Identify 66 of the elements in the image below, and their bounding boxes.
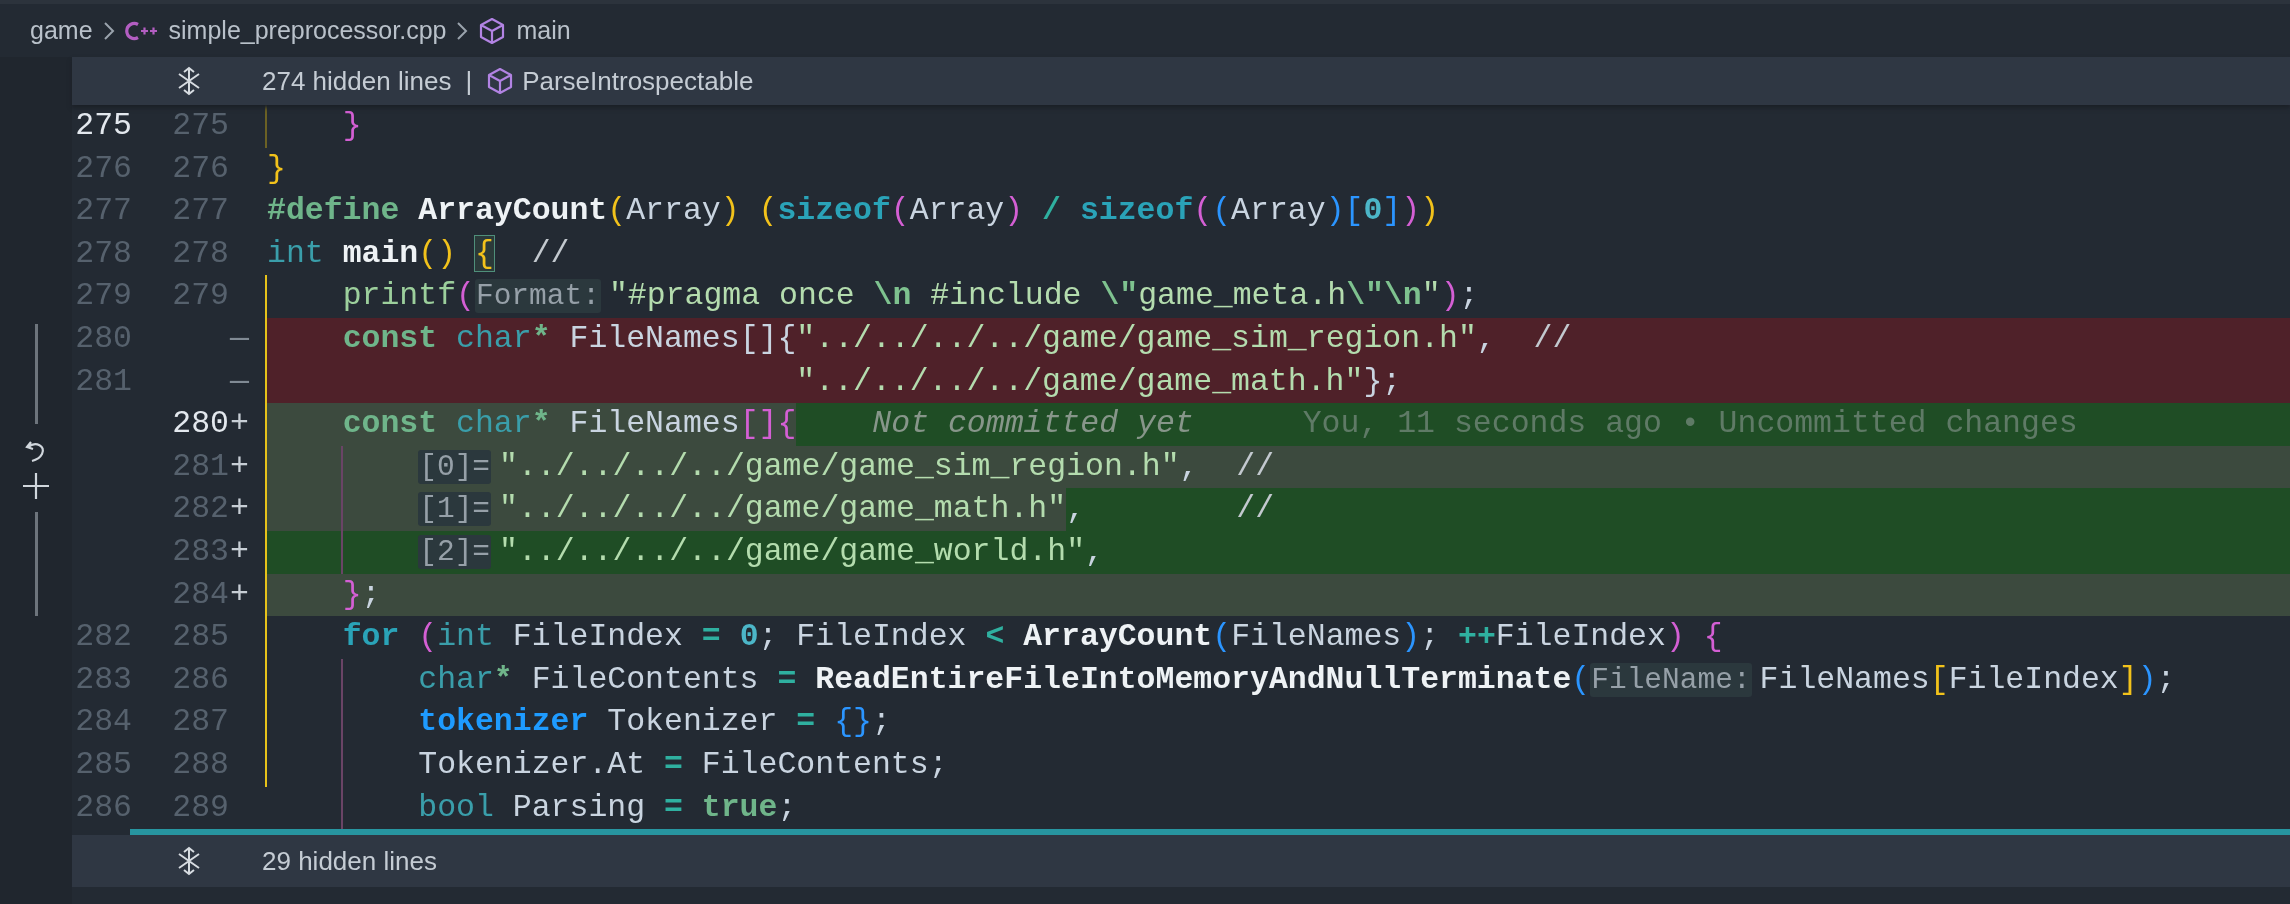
chevron-icon — [102, 20, 115, 41]
line-number: 278 — [172, 235, 229, 271]
line-number: 281 — [172, 448, 229, 484]
line-number: 283 — [75, 661, 132, 697]
line-number: 279 — [75, 278, 132, 314]
code-line: } — [341, 107, 362, 145]
line-number: 285 — [172, 619, 229, 655]
code-line: const char* FileNames[]{"../../../../game/game_sim_region.h", // — [341, 319, 1572, 358]
line-number: 280 — [172, 406, 229, 442]
line-number: 277 — [75, 193, 132, 229]
cube-icon — [486, 67, 515, 95]
diff-sign: + — [230, 491, 249, 527]
breadcrumb-item[interactable]: game — [30, 16, 93, 45]
plus-icon[interactable] — [22, 472, 50, 500]
line-number: 284 — [75, 704, 132, 740]
line-number: 287 — [172, 704, 229, 740]
code-line: Tokenizer.At = FileContents; — [417, 745, 948, 784]
code-line: bool Parsing = true; — [417, 788, 797, 827]
symbol-name[interactable]: ParseIntrospectable — [522, 65, 754, 97]
code-line: #define ArrayCount(Array) (sizeof(Array) / sizeof((Array)[0])) — [267, 192, 1440, 231]
line-number: 280 — [75, 320, 132, 356]
line-number: 283 — [172, 533, 229, 569]
line-number: 282 — [75, 619, 132, 655]
line-number: 276 — [172, 150, 229, 186]
breadcrumb-item[interactable]: main — [516, 16, 571, 45]
line-number: 279 — [172, 278, 229, 314]
inserted-code: [2]= "../../../../game/game_world.h", — [267, 530, 1104, 574]
line-number: 288 — [172, 746, 229, 782]
diff-sign: — — [230, 320, 249, 356]
chevron-icon — [456, 20, 469, 41]
code-line: const char* FileNames[]{ — [341, 405, 797, 444]
diff-sign: + — [230, 406, 249, 442]
line-number: 275 — [75, 108, 132, 143]
diff-sign: — — [230, 363, 249, 399]
inserted-code: , // — [1066, 488, 1275, 531]
code-line: printf(Format: "#pragma once \n #include \"game_meta.h\"\n"); — [341, 277, 1479, 316]
line-number: 286 — [172, 661, 229, 697]
line-number: 276 — [75, 150, 132, 186]
line-number: 285 — [75, 746, 132, 782]
line-number: 289 — [172, 789, 229, 825]
code-line: } — [267, 149, 286, 188]
line-number: 281 — [75, 363, 132, 399]
breadcrumb-item[interactable]: simple_preprocessor.cpp — [168, 16, 447, 45]
diff-sign: + — [230, 448, 249, 484]
line-number: 282 — [172, 491, 229, 527]
blame-hint: Not committed yet — [872, 405, 1194, 444]
code-line: [1]= "../../../../game/game_math.h" — [417, 490, 1067, 529]
code-line: "../../../../game/game_math.h"}; — [795, 362, 1402, 401]
line-number: 286 — [75, 789, 132, 825]
code-line: [0]= "../../../../game/game_sim_region.h", // — [417, 447, 1275, 486]
code-line: for (int FileIndex = 0; FileIndex < ArrayCount(FileNames); ++FileIndex) { — [341, 618, 1723, 657]
hidden-lines-label: 29 hidden lines — [262, 845, 437, 877]
code-line: char* FileContents = ReadEntireFileIntoMemoryAndNullTerminate(FileName: FileNames[FileIndex]); — [417, 660, 2176, 699]
line-number: 275 — [172, 108, 229, 143]
code-line: int main() { // — [267, 234, 570, 273]
cube-icon — [478, 16, 507, 45]
line-number: 284 — [172, 576, 229, 612]
line-number: 278 — [75, 235, 132, 271]
separator-glyph: | — [465, 65, 473, 97]
line-number: 277 — [172, 193, 229, 229]
diff-sign: + — [230, 533, 249, 569]
blame-annotation: You, 11 seconds ago • Uncommitted changes — [1302, 405, 2078, 444]
code-line: }; — [341, 575, 381, 614]
code-line: tokenizer Tokenizer = {}; — [417, 703, 891, 742]
hidden-lines-label: 274 hidden lines — [262, 65, 452, 97]
diff-sign: + — [230, 576, 249, 612]
